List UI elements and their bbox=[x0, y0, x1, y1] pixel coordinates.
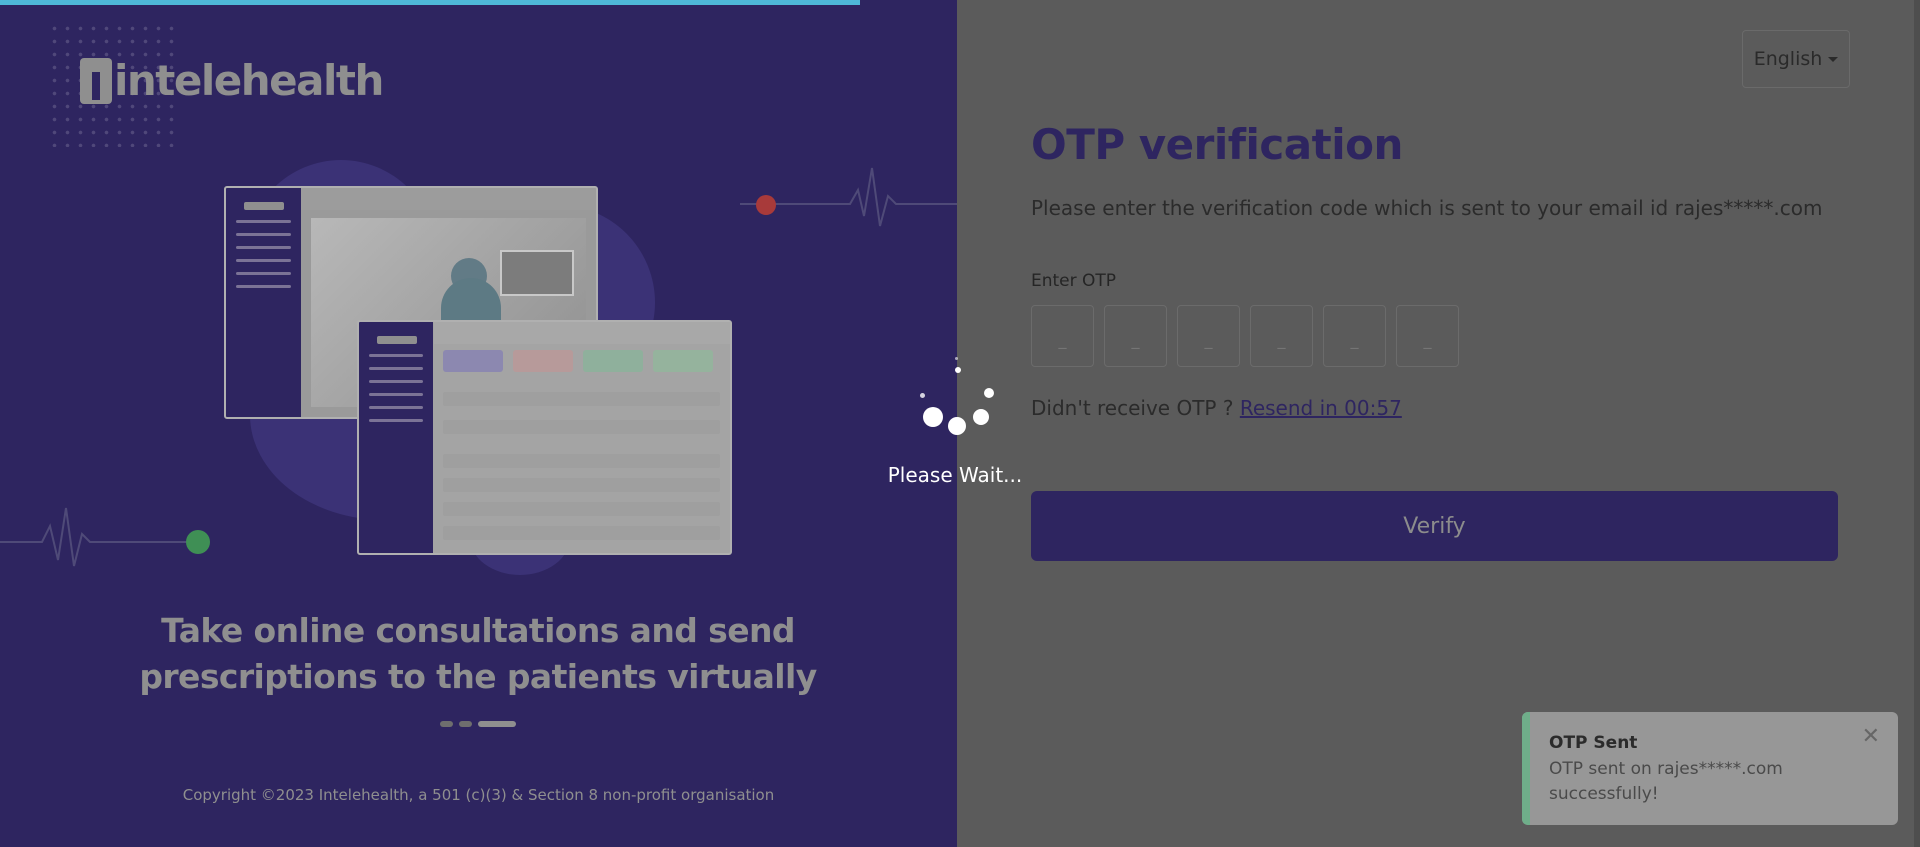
app-preview-dashboard bbox=[357, 320, 732, 555]
logo-text: intelehealth bbox=[114, 56, 384, 105]
preview-row bbox=[443, 478, 720, 492]
otp-description: Please enter the verification code which… bbox=[1031, 196, 1823, 220]
pulse-dot-green bbox=[186, 530, 210, 554]
language-select[interactable]: English bbox=[1742, 30, 1850, 88]
otp-digit-input-3[interactable] bbox=[1177, 305, 1240, 367]
toast-accent-bar bbox=[1522, 712, 1530, 825]
preview-stat-card bbox=[653, 350, 713, 372]
resend-prompt: Didn't receive OTP ? bbox=[1031, 396, 1234, 420]
spinner-dot bbox=[948, 417, 966, 435]
preview-sidebar bbox=[359, 322, 433, 553]
heartbeat-line-left-icon bbox=[0, 507, 200, 567]
preview-row bbox=[443, 502, 720, 516]
spinner-dot bbox=[973, 409, 989, 425]
carousel-dot-2[interactable] bbox=[459, 721, 472, 727]
preview-stat-card bbox=[513, 350, 573, 372]
preview-stat-card bbox=[443, 350, 503, 372]
loading-spinner bbox=[893, 357, 1003, 447]
preview-topbar bbox=[434, 322, 730, 344]
spinner-dot bbox=[920, 393, 925, 398]
resend-otp-link[interactable]: Resend in 00:57 bbox=[1240, 396, 1402, 420]
verify-button[interactable]: Verify bbox=[1031, 491, 1838, 561]
page-title: OTP verification bbox=[1031, 120, 1403, 169]
chevron-down-icon bbox=[1828, 56, 1839, 62]
otp-input-group bbox=[1031, 305, 1459, 367]
top-progress-bar bbox=[0, 0, 861, 5]
language-select-value: English bbox=[1753, 48, 1823, 70]
preview-video-thumbnail bbox=[500, 250, 574, 296]
otp-digit-input-1[interactable] bbox=[1031, 305, 1094, 367]
pulse-dot-red bbox=[756, 195, 776, 215]
carousel-dot-1[interactable] bbox=[440, 721, 453, 727]
preview-topbar bbox=[301, 188, 596, 210]
otp-digit-input-5[interactable] bbox=[1323, 305, 1386, 367]
carousel-dot-3[interactable] bbox=[478, 721, 516, 727]
carousel-indicators bbox=[440, 721, 516, 727]
copyright-text: Copyright ©2023 Intelehealth, a 501 (c)(… bbox=[182, 786, 775, 804]
toast-message: OTP sent on rajes*****.com successfully! bbox=[1549, 759, 1783, 804]
otp-digit-input-2[interactable] bbox=[1104, 305, 1167, 367]
logo-mark-icon bbox=[80, 58, 112, 104]
otp-input-label: Enter OTP bbox=[1031, 271, 1117, 291]
hero-tagline: Take online consultations and send presc… bbox=[139, 611, 817, 696]
preview-row bbox=[443, 392, 720, 406]
toast-title: OTP Sent bbox=[1549, 733, 1638, 753]
scrollbar[interactable] bbox=[1914, 0, 1920, 847]
otp-digit-input-4[interactable] bbox=[1250, 305, 1313, 367]
spinner-dot bbox=[955, 357, 958, 360]
close-icon[interactable]: ✕ bbox=[1862, 726, 1880, 748]
brand-logo: intelehealth bbox=[80, 56, 384, 105]
otp-digit-input-6[interactable] bbox=[1396, 305, 1459, 367]
spinner-dot bbox=[955, 367, 961, 373]
loader-text: Please Wait... bbox=[887, 463, 1023, 487]
otp-sent-toast: OTP Sent OTP sent on rajes*****.com succ… bbox=[1522, 712, 1898, 825]
hero-panel: intelehealth Take online consultations a… bbox=[0, 0, 957, 847]
preview-row bbox=[443, 454, 720, 468]
spinner-dot bbox=[923, 407, 943, 427]
preview-stat-card bbox=[583, 350, 643, 372]
resend-row: Didn't receive OTP ? Resend in 00:57 bbox=[1031, 396, 1402, 420]
spinner-dot bbox=[984, 388, 994, 398]
preview-row bbox=[443, 526, 720, 540]
preview-sidebar bbox=[226, 188, 301, 417]
preview-row bbox=[443, 420, 720, 434]
heartbeat-line-right-icon bbox=[740, 167, 957, 227]
